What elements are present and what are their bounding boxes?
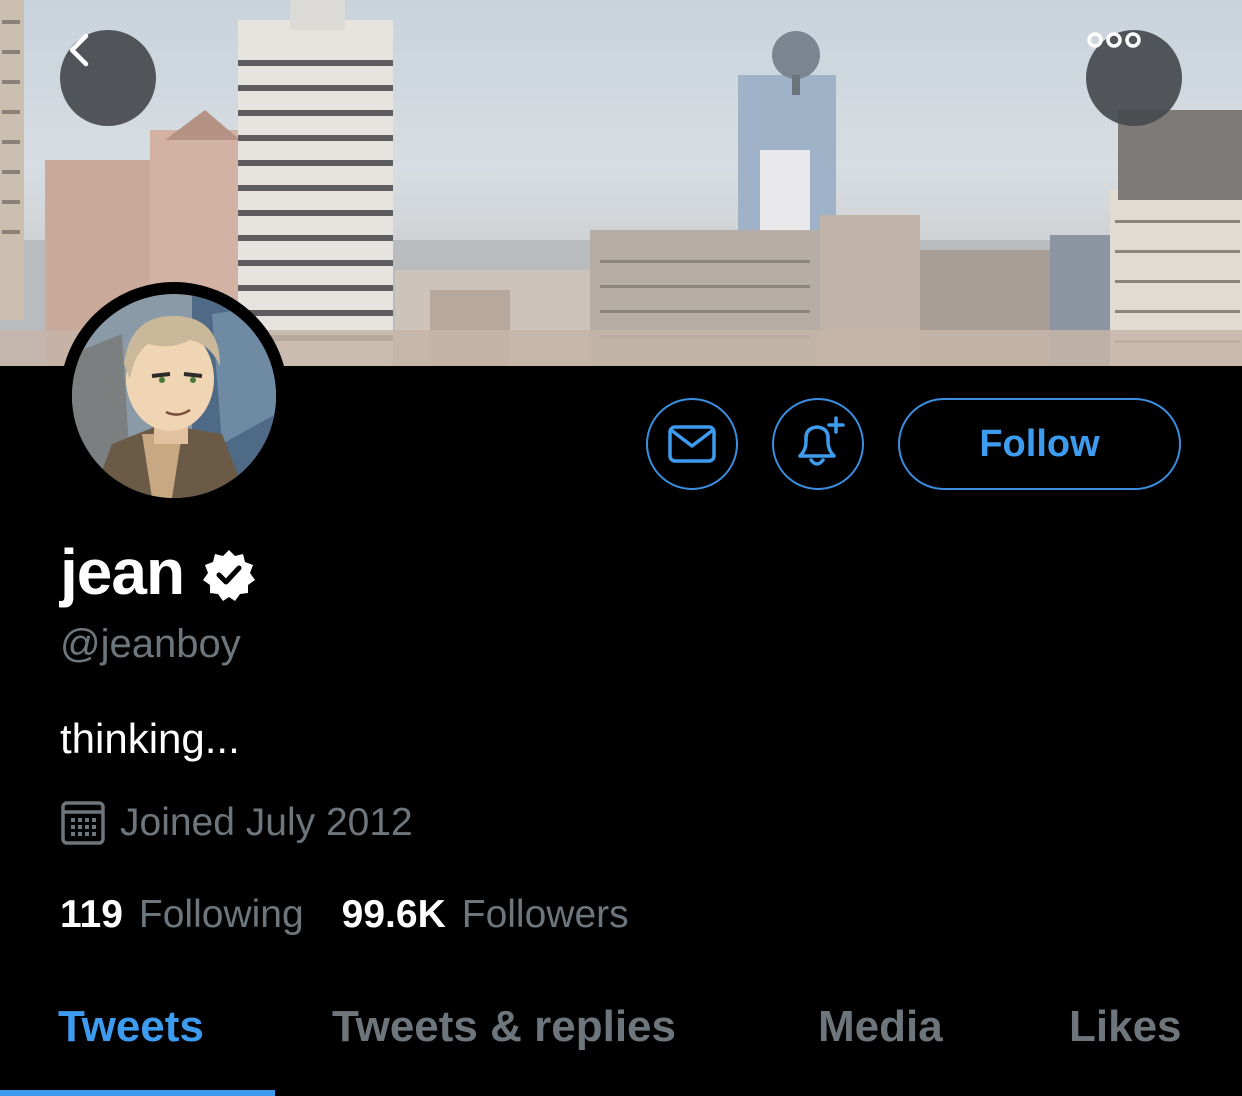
- following-stat[interactable]: 119 Following: [60, 893, 304, 937]
- joined-date: Joined July 2012: [60, 800, 413, 846]
- tab-tweets-and-replies[interactable]: Tweets & replies: [332, 1002, 676, 1052]
- calendar-icon: [61, 801, 105, 845]
- notifications-button[interactable]: [772, 398, 864, 490]
- mail-icon: [668, 425, 716, 463]
- more-options-icon: [1087, 32, 1141, 48]
- handle: @jeanboy: [60, 622, 241, 666]
- display-name: jean: [60, 536, 185, 608]
- followers-stat[interactable]: 99.6K Followers: [342, 893, 629, 937]
- followers-label: Followers: [461, 893, 629, 936]
- active-tab-indicator: [0, 1090, 275, 1096]
- follow-button[interactable]: Follow: [898, 398, 1181, 490]
- bell-plus-icon: [798, 416, 845, 466]
- bio: thinking...: [60, 715, 240, 762]
- tab-likes[interactable]: Likes: [1069, 1002, 1182, 1052]
- profile-name-row: jean: [60, 535, 256, 609]
- chevron-left-icon: [69, 33, 89, 67]
- avatar-image: [72, 294, 276, 498]
- more-options-button[interactable]: [1086, 30, 1182, 126]
- avatar[interactable]: [60, 282, 288, 510]
- tab-tweets[interactable]: Tweets: [58, 1002, 204, 1052]
- following-label: Following: [138, 893, 304, 936]
- following-count: 119: [60, 893, 123, 936]
- back-button[interactable]: [60, 30, 156, 126]
- message-button[interactable]: [646, 398, 738, 490]
- verified-badge-icon: [203, 550, 256, 601]
- tab-media[interactable]: Media: [818, 1002, 943, 1052]
- joined-text: Joined July 2012: [120, 801, 413, 844]
- follow-stats: 119 Following 99.6K Followers: [60, 893, 629, 937]
- followers-count: 99.6K: [341, 893, 446, 936]
